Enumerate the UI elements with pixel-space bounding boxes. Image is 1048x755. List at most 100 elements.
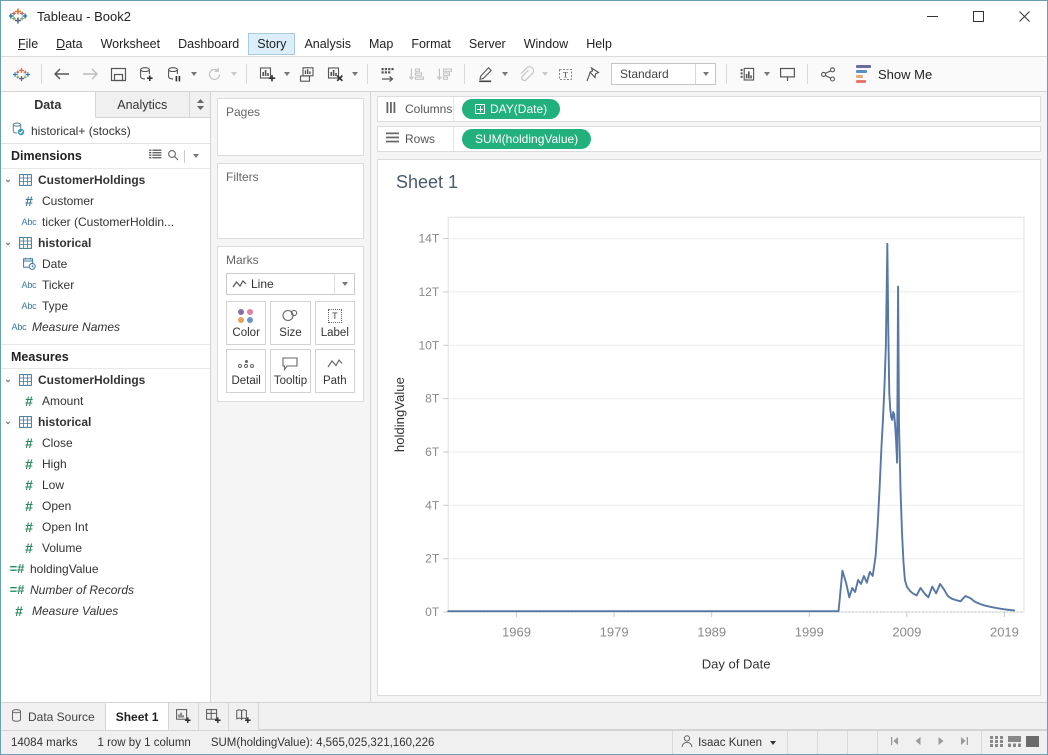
columns-shelf[interactable]: Columns DAY(Date) — [377, 96, 1041, 122]
next-page-icon[interactable] — [932, 736, 950, 749]
maximize-button[interactable] — [955, 1, 1001, 32]
fix-axes-button[interactable] — [511, 60, 539, 88]
measure-close[interactable]: # Close — [1, 432, 210, 453]
share-button[interactable] — [814, 60, 842, 88]
field-customer[interactable]: # Customer — [1, 190, 210, 211]
clear-sheet-dropdown-caret[interactable] — [352, 72, 358, 76]
menu-worksheet[interactable]: Worksheet — [92, 33, 170, 55]
measure-volume[interactable]: # Volume — [1, 537, 210, 558]
expand-plus-icon[interactable] — [475, 104, 485, 114]
menu-format[interactable]: Format — [402, 33, 460, 55]
menu-server[interactable]: Server — [460, 33, 515, 55]
new-data-source-button[interactable] — [132, 60, 160, 88]
measure-table-customerholdings[interactable]: ⌄ CustomerHoldings — [1, 369, 210, 390]
minimize-button[interactable] — [909, 1, 955, 32]
split-view-icon[interactable] — [1008, 735, 1021, 750]
sort-ascending-button[interactable] — [402, 60, 430, 88]
measure-holdingvalue[interactable]: =# holdingValue — [1, 558, 210, 579]
measure-measure-values[interactable]: # Measure Values — [1, 600, 210, 621]
show-cards-button[interactable] — [733, 60, 761, 88]
pill-sum-holdingvalue[interactable]: SUM(holdingValue) — [462, 129, 592, 149]
field-table-customerholdings[interactable]: ⌄ CustomerHoldings — [1, 169, 210, 190]
marks-color-button[interactable]: Color — [226, 301, 267, 345]
show-cards-dropdown-caret[interactable] — [764, 72, 770, 76]
menu-map[interactable]: Map — [360, 33, 402, 55]
measure-number-of-records[interactable]: =# Number of Records — [1, 579, 210, 600]
duplicate-sheet-button[interactable] — [293, 60, 321, 88]
refresh-data-source-button[interactable] — [200, 60, 228, 88]
pause-update-dropdown-caret[interactable] — [191, 72, 197, 76]
field-ticker-customerholdings[interactable]: Abc ticker (CustomerHoldin... — [1, 211, 210, 232]
forward-button[interactable] — [76, 60, 104, 88]
field-date[interactable]: Date — [1, 253, 210, 274]
measure-high[interactable]: # High — [1, 453, 210, 474]
pin-button[interactable] — [579, 60, 607, 88]
line-chart[interactable]: 0T 2T 4T 6T 8T 10T 12T 14T holdingValue 1969 1979 1… — [378, 199, 1040, 695]
single-view-icon[interactable] — [1026, 735, 1039, 750]
data-pane-collapse-button[interactable] — [190, 92, 210, 117]
menu-story[interactable]: Story — [248, 33, 296, 55]
rows-shelf-dropzone[interactable]: SUM(holdingValue) — [454, 129, 1040, 149]
columns-shelf-dropzone[interactable]: DAY(Date) — [454, 99, 1040, 119]
status-user[interactable]: Isaac Kunen — [672, 731, 787, 754]
field-type[interactable]: Abc Type — [1, 295, 210, 316]
chevron-down-icon[interactable] — [334, 274, 354, 294]
field-table-historical[interactable]: ⌄ historical — [1, 232, 210, 253]
filters-card[interactable]: Filters — [217, 163, 364, 239]
chevron-expanded-icon[interactable]: ⌄ — [1, 416, 15, 427]
measure-open[interactable]: # Open — [1, 495, 210, 516]
first-page-icon[interactable] — [886, 736, 904, 749]
fix-axes-dropdown-caret[interactable] — [542, 72, 548, 76]
chart-plot-area[interactable]: 0T 2T 4T 6T 8T 10T 12T 14T holdingValue 1969 1979 1… — [378, 199, 1040, 695]
marks-label-button[interactable]: T Label — [314, 301, 355, 345]
new-story-tab-button[interactable] — [229, 703, 260, 730]
data-source-row[interactable]: historical+ (stocks) — [1, 118, 210, 144]
measure-table-historical[interactable]: ⌄ historical — [1, 411, 210, 432]
fit-dropdown[interactable]: Standard — [611, 63, 716, 85]
measure-open-int[interactable]: # Open Int — [1, 516, 210, 537]
chevron-expanded-icon[interactable]: ⌄ — [1, 374, 15, 385]
previous-page-icon[interactable] — [909, 736, 927, 749]
chevron-expanded-icon[interactable]: ⌄ — [1, 174, 15, 185]
grid-view-icon[interactable] — [149, 149, 162, 163]
menu-data[interactable]: Data — [47, 33, 91, 55]
tableau-home-button[interactable] — [7, 60, 35, 88]
chevron-expanded-icon[interactable]: ⌄ — [1, 237, 15, 248]
new-worksheet-dropdown-caret[interactable] — [284, 72, 290, 76]
show-labels-button[interactable]: T — [551, 60, 579, 88]
grid-view-icon[interactable] — [990, 735, 1003, 750]
marks-detail-button[interactable]: Detail — [226, 349, 267, 393]
chevron-down-icon[interactable] — [193, 154, 199, 158]
presentation-mode-button[interactable] — [773, 60, 801, 88]
field-ticker[interactable]: Abc Ticker — [1, 274, 210, 295]
search-icon[interactable] — [167, 149, 179, 164]
menu-dashboard[interactable]: Dashboard — [169, 33, 248, 55]
pages-card[interactable]: Pages — [217, 98, 364, 156]
last-page-icon[interactable] — [955, 736, 973, 749]
marks-tooltip-button[interactable]: Tooltip — [270, 349, 311, 393]
show-me-button[interactable]: Show Me — [848, 60, 940, 88]
save-button[interactable] — [104, 60, 132, 88]
mark-type-dropdown[interactable]: Line — [226, 273, 355, 295]
pause-auto-update-button[interactable] — [160, 60, 188, 88]
swap-rows-cols-button[interactable] — [374, 60, 402, 88]
close-button[interactable] — [1001, 1, 1047, 32]
rows-shelf[interactable]: Rows SUM(holdingValue) — [377, 126, 1041, 152]
new-dashboard-tab-button[interactable] — [199, 703, 230, 730]
back-button[interactable] — [48, 60, 76, 88]
sort-descending-button[interactable] — [430, 60, 458, 88]
worksheet-canvas[interactable]: Sheet 1 0T 2T 4T 6T 8T 10T 12T 14T holdingValue 1… — [377, 159, 1041, 696]
measure-amount[interactable]: # Amount — [1, 390, 210, 411]
highlight-dropdown-caret[interactable] — [502, 72, 508, 76]
chevron-down-icon[interactable] — [695, 64, 715, 84]
pill-day-date[interactable]: DAY(Date) — [462, 99, 561, 119]
marks-size-button[interactable]: Size — [270, 301, 311, 345]
measure-low[interactable]: # Low — [1, 474, 210, 495]
menu-file[interactable]: File — [9, 33, 47, 55]
tab-analytics[interactable]: Analytics — [95, 92, 190, 117]
refresh-dropdown-caret[interactable] — [231, 72, 237, 76]
tab-sheet-1[interactable]: Sheet 1 — [105, 703, 170, 730]
tab-data-source[interactable]: Data Source — [1, 703, 106, 730]
menu-analysis[interactable]: Analysis — [295, 33, 360, 55]
clear-sheet-button[interactable] — [321, 60, 349, 88]
